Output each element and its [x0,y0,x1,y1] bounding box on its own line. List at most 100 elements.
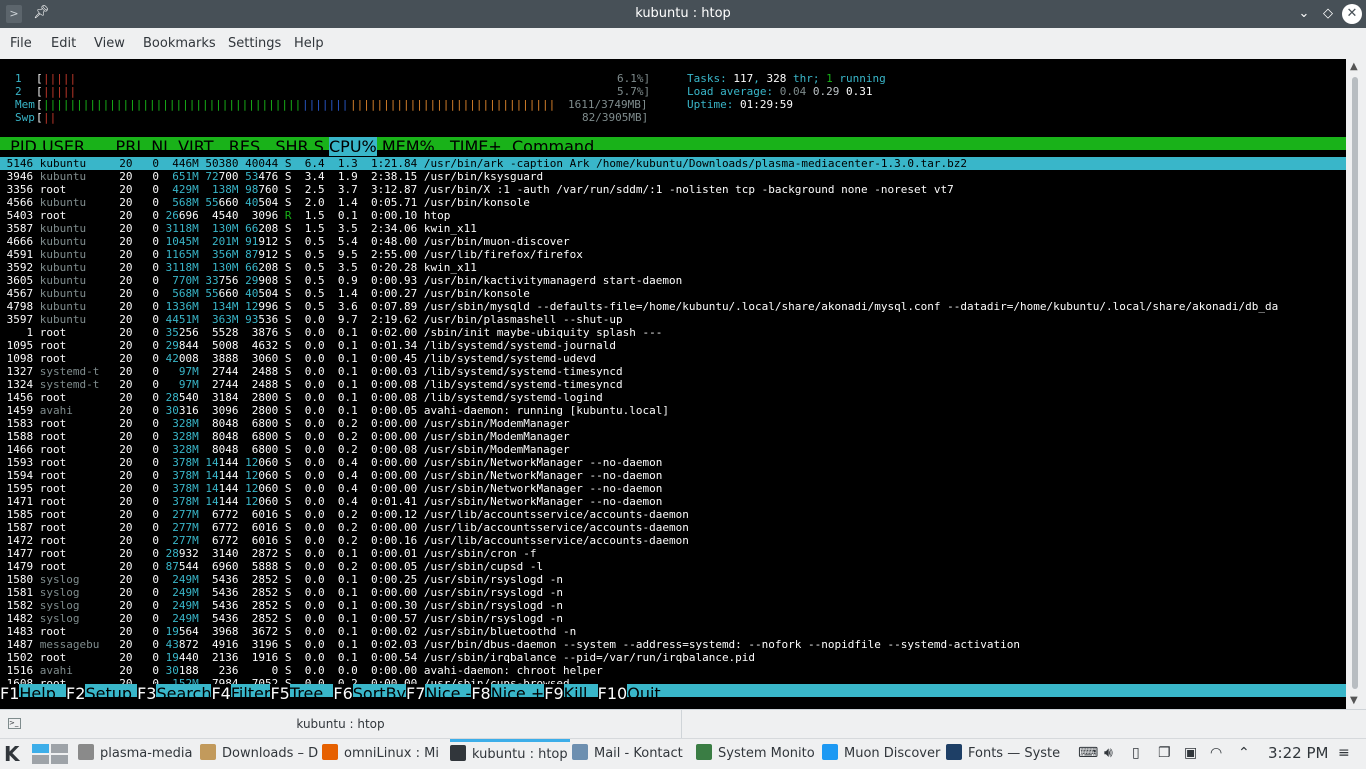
window-titlebar[interactable]: > 📌︎ kubuntu : htop ⌄ ◇ ✕ [0,0,1366,28]
application-launcher-icon[interactable]: K [4,739,28,769]
taskbar-item[interactable]: kubuntu : htop [450,739,570,769]
table-row[interactable]: 1595 root 20 0 378M 14144 12060 S 0.0 0.… [0,482,1346,495]
taskbar-item-label: System Monito [718,746,815,761]
minimize-button[interactable]: ⌄ [1294,4,1314,24]
table-row[interactable]: 1581 syslog 20 0 249M 5436 2852 S 0.0 0.… [0,586,1346,599]
konsole-tab-bar: >_ kubuntu : htop [0,709,1366,739]
tab-kubuntu-htop[interactable]: >_ kubuntu : htop [0,710,682,739]
table-row[interactable]: 4567 kubuntu 20 0 568M 55660 40504 S 0.5… [0,287,1346,300]
menu-view[interactable]: View [94,36,125,51]
process-table-header[interactable]: PID USER PRI NI VIRT RES SHR S CPU% MEM%… [0,137,1346,156]
table-row[interactable]: 1479 root 20 0 87544 6960 5888 S 0.0 0.2… [0,560,1346,573]
table-row[interactable]: 1502 root 20 0 19440 2136 1916 S 0.0 0.1… [0,651,1346,664]
fkey-f5[interactable]: F5Tree [270,684,333,703]
table-row[interactable]: 1466 root 20 0 328M 8048 6800 S 0.0 0.2 … [0,443,1346,456]
table-row-selected[interactable]: 5146 kubuntu 20 0 446M 50380 40044 S 6.4… [0,157,1346,170]
taskbar-item[interactable]: omniLinux : Mi [322,739,442,769]
fkey-f1[interactable]: F1Help [0,684,66,703]
table-row[interactable]: 4566 kubuntu 20 0 568M 55660 40504 S 2.0… [0,196,1346,209]
expand-tray-chevron-icon[interactable]: ⌃ [1238,745,1250,761]
table-row[interactable]: 4666 kubuntu 20 0 1045M 201M 91912 S 0.5… [0,235,1346,248]
fonts-icon [946,744,962,760]
table-row[interactable]: 1580 syslog 20 0 249M 5436 2852 S 0.0 0.… [0,573,1346,586]
fkey-f6[interactable]: F6SortBy [333,684,406,703]
uptime: Uptime: 01:29:59 [687,98,793,111]
keyboard-icon[interactable]: ⌨ [1078,745,1098,761]
table-row[interactable]: 1593 root 20 0 378M 14144 12060 S 0.0 0.… [0,456,1346,469]
taskbar-item[interactable]: Muon Discover [822,739,942,769]
device-notifier-icon[interactable]: ▣ [1184,745,1197,761]
table-row[interactable]: 1594 root 20 0 378M 14144 12060 S 0.0 0.… [0,469,1346,482]
menu-file[interactable]: File [10,36,32,51]
table-row[interactable]: 1471 root 20 0 378M 14144 12060 S 0.0 0.… [0,495,1346,508]
mail-icon [572,744,588,760]
table-row[interactable]: 3356 root 20 0 429M 138M 98760 S 2.5 3.7… [0,183,1346,196]
fkey-f7[interactable]: F7Nice - [406,684,471,703]
terminal-icon: >_ [8,718,21,729]
table-row[interactable]: 1583 root 20 0 328M 8048 6800 S 0.0 0.2 … [0,417,1346,430]
table-row[interactable]: 4798 kubuntu 20 0 1336M 134M 12996 S 0.5… [0,300,1346,313]
taskbar-item[interactable]: Downloads – D [200,739,320,769]
table-row[interactable]: 5403 root 20 0 26696 4540 3096 R 1.5 0.1… [0,209,1346,222]
clock[interactable]: 3:22 PM [1268,744,1328,762]
table-row[interactable]: 1487 messagebu 20 0 43872 4916 3196 S 0.… [0,638,1346,651]
terminal-scrollbar[interactable]: ▲ ▼ [1346,59,1366,709]
fkey-f4[interactable]: F4Filter [211,684,270,703]
scroll-up-arrow-icon[interactable]: ▲ [1350,61,1358,72]
maximize-button[interactable]: ◇ [1318,4,1338,24]
table-row[interactable]: 3597 kubuntu 20 0 4451M 363M 93536 S 0.0… [0,313,1346,326]
table-row[interactable]: 1588 root 20 0 328M 8048 6800 S 0.0 0.2 … [0,430,1346,443]
menu-help[interactable]: Help [294,36,324,51]
menu-bookmarks[interactable]: Bookmarks [143,36,216,51]
taskbar-item-label: Muon Discover [844,746,941,761]
table-row[interactable]: 1483 root 20 0 19564 3968 3672 S 0.0 0.1… [0,625,1346,638]
pager[interactable] [32,744,68,764]
table-row[interactable]: 1098 root 20 0 42008 3888 3060 S 0.0 0.1… [0,352,1346,365]
table-row[interactable]: 3946 kubuntu 20 0 651M 72700 53476 S 3.4… [0,170,1346,183]
taskbar-item[interactable]: System Monito [696,739,816,769]
table-row[interactable]: 1472 root 20 0 277M 6772 6016 S 0.0 0.2 … [0,534,1346,547]
table-row[interactable]: 1587 root 20 0 277M 6772 6016 S 0.0 0.2 … [0,521,1346,534]
table-row[interactable]: 1095 root 20 0 29844 5008 4632 S 0.0 0.1… [0,339,1346,352]
table-row[interactable]: 3592 kubuntu 20 0 3118M 130M 66208 S 0.5… [0,261,1346,274]
folder-icon [200,744,216,760]
table-row[interactable]: 1482 syslog 20 0 249M 5436 2852 S 0.0 0.… [0,612,1346,625]
clipboard-icon[interactable]: ❐ [1158,745,1171,761]
taskbar-item[interactable]: Mail - Kontact [572,739,692,769]
table-row[interactable]: 1456 root 20 0 28540 3184 2800 S 0.0 0.1… [0,391,1346,404]
volume-icon[interactable]: 🔊︎ [1104,745,1113,761]
menu-edit[interactable]: Edit [51,36,76,51]
table-row[interactable]: 3605 kubuntu 20 0 770M 33756 29908 S 0.5… [0,274,1346,287]
kdeconnect-icon[interactable]: ▯ [1132,745,1140,761]
fkey-f9[interactable]: F9Kill [544,684,597,703]
taskbar-item-label: Mail - Kontact [594,746,683,761]
fkey-f3[interactable]: F3Search [137,684,211,703]
tasks-summary: Tasks: 117, 328 thr; 1 running [687,72,886,85]
discover-icon [822,744,838,760]
table-row[interactable]: 1477 root 20 0 28932 3140 2872 S 0.0 0.1… [0,547,1346,560]
table-row[interactable]: 1516 avahi 20 0 30188 236 0 S 0.0 0.0 0:… [0,664,1346,677]
scroll-down-arrow-icon[interactable]: ▼ [1350,695,1358,706]
fkey-f10[interactable]: F10Quit [597,684,661,703]
table-row[interactable]: 1 root 20 0 35256 5528 3876 S 0.0 0.1 0:… [0,326,1346,339]
fkey-f2[interactable]: F2Setup [66,684,137,703]
table-row[interactable]: 1324 systemd-t 20 0 97M 2744 2488 S 0.0 … [0,378,1346,391]
menu-settings[interactable]: Settings [228,36,281,51]
taskbar-item-label: omniLinux : Mi [344,746,439,761]
table-row[interactable]: 1582 syslog 20 0 249M 5436 2852 S 0.0 0.… [0,599,1346,612]
panel-options-icon[interactable]: ≡ [1338,745,1350,761]
terminal-htop[interactable]: 1[||||| 6.1%] 2[||||| 5.7%] Mem[||||||||||… [0,59,1346,709]
table-row[interactable]: 1327 systemd-t 20 0 97M 2744 2488 S 0.0 … [0,365,1346,378]
network-wifi-icon[interactable]: ◠ [1210,745,1222,761]
menubar: File Edit View Bookmarks Settings Help [0,28,1366,59]
taskbar-item[interactable]: plasma-media [78,739,198,769]
terminal-icon [450,745,466,761]
table-row[interactable]: 3587 kubuntu 20 0 3118M 130M 66208 S 1.5… [0,222,1346,235]
table-row[interactable]: 1459 avahi 20 0 30316 3096 2800 S 0.0 0.… [0,404,1346,417]
table-row[interactable]: 1585 root 20 0 277M 6772 6016 S 0.0 0.2 … [0,508,1346,521]
scrollbar-thumb[interactable] [1352,77,1358,689]
fkey-f8[interactable]: F8Nice + [471,684,544,703]
close-button[interactable]: ✕ [1342,4,1362,24]
table-row[interactable]: 4591 kubuntu 20 0 1165M 356M 87912 S 0.5… [0,248,1346,261]
taskbar-item[interactable]: Fonts — Syste [946,739,1066,769]
